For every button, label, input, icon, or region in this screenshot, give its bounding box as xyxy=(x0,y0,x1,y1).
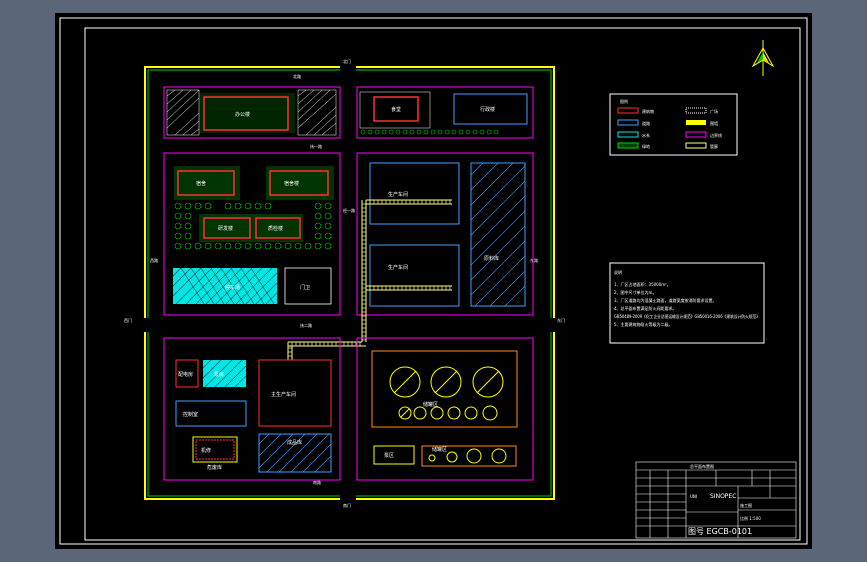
road-north-label: 北路 xyxy=(293,73,301,79)
title-block-drawing-no: 图号 EGCB-0101 xyxy=(688,527,752,536)
gate-north-label: 北门 xyxy=(343,58,351,64)
title-block-company: SINOPEC xyxy=(710,493,736,500)
road-center-label: 经一路 xyxy=(343,207,355,213)
gate-east-label: 东门 xyxy=(557,317,565,323)
notes-line: GB50489-2009《化工企业总图运输设计规范》GB50016-2006《建… xyxy=(614,313,760,319)
notes-line: 1、厂区占地面积：35000m²。 xyxy=(614,281,671,287)
zone-tank-small-label: 储罐区 xyxy=(432,446,447,453)
zone-s5-label: 机修 xyxy=(201,447,211,454)
zone-bld-a-label: 宿舍 xyxy=(196,180,206,187)
legend-swatch-wall xyxy=(686,120,706,125)
title-block-scale: 比例 1:500 xyxy=(740,515,761,521)
road-west-label: 西路 xyxy=(150,257,158,263)
gate-west-label: 西门 xyxy=(124,317,132,323)
zone-s7-label: 成品库 xyxy=(287,439,302,446)
gate-south-label: 南门 xyxy=(343,502,351,508)
legend-item-label: 绿地 xyxy=(642,143,650,149)
title-block-header: 总平面布置图 xyxy=(690,463,714,469)
zone-s6-label: 危废库 xyxy=(207,464,222,471)
zone-guard-label: 门卫 xyxy=(300,284,310,291)
notes-title: 说明 xyxy=(614,269,622,275)
zone-canteen-label: 食堂 xyxy=(391,106,401,113)
zone-workshop1-label: 生产车间 xyxy=(388,191,408,198)
legend-item-label: 围墙 xyxy=(710,120,718,126)
zone-workshop2-label: 生产车间 xyxy=(388,264,408,271)
cad-drawing: 北门 南门 西门 东门 北路 南路 纬一路 纬二路 西路 东路 经一路 办公楼 xyxy=(0,0,867,562)
zone-s4-label: 主生产车间 xyxy=(271,391,296,398)
notes-line: 2、图中尺寸单位为m。 xyxy=(614,289,656,295)
zone-lab1-label: 研发楼 xyxy=(218,225,233,232)
zone-admin-label: 行政楼 xyxy=(480,106,495,113)
zone-s1-label: 配电房 xyxy=(178,371,193,378)
notes-line: 4、总平面布置满足防火间距要求。 xyxy=(614,305,677,311)
legend-title: 图例 xyxy=(620,98,628,104)
zone-pump-label: 泵区 xyxy=(384,453,394,459)
zone-s2-label: 泵房 xyxy=(214,371,224,378)
title-block-unit: UNI xyxy=(690,494,697,499)
notes-line: 5、主要建筑物耐火等级为二级。 xyxy=(614,321,673,327)
legend-swatch-green xyxy=(617,142,639,149)
zone-bld-b-label: 宿舍楼 xyxy=(284,180,299,187)
road-mid-left-label: 纬一路 xyxy=(310,143,322,149)
zone-office-label: 办公楼 xyxy=(235,111,250,118)
legend-item-label: 管廊 xyxy=(710,143,718,149)
zone-tanks-label: 储罐区 xyxy=(423,401,438,408)
legend-item-label: 建筑物 xyxy=(642,108,654,114)
zone-s3-label: 控制室 xyxy=(183,411,198,418)
road-east-label: 东路 xyxy=(530,257,538,263)
zone-warehouse-label: 原料库 xyxy=(484,255,499,262)
zone-lab2-label: 质检楼 xyxy=(268,225,283,232)
legend-item-label: 道路 xyxy=(642,120,650,126)
legend-item-label: 边界线 xyxy=(710,132,722,138)
notes-line: 3、厂区道路均为混凝土路面，道路宽度按消防要求设置。 xyxy=(614,297,717,303)
title-block-stage: 施工图 xyxy=(740,502,752,508)
road-mid-right-label: 纬二路 xyxy=(300,322,312,328)
zone-parking-label: 停车场 xyxy=(225,284,240,291)
legend-item-label: 广场 xyxy=(710,108,718,114)
legend-item-label: 水系 xyxy=(642,132,650,138)
